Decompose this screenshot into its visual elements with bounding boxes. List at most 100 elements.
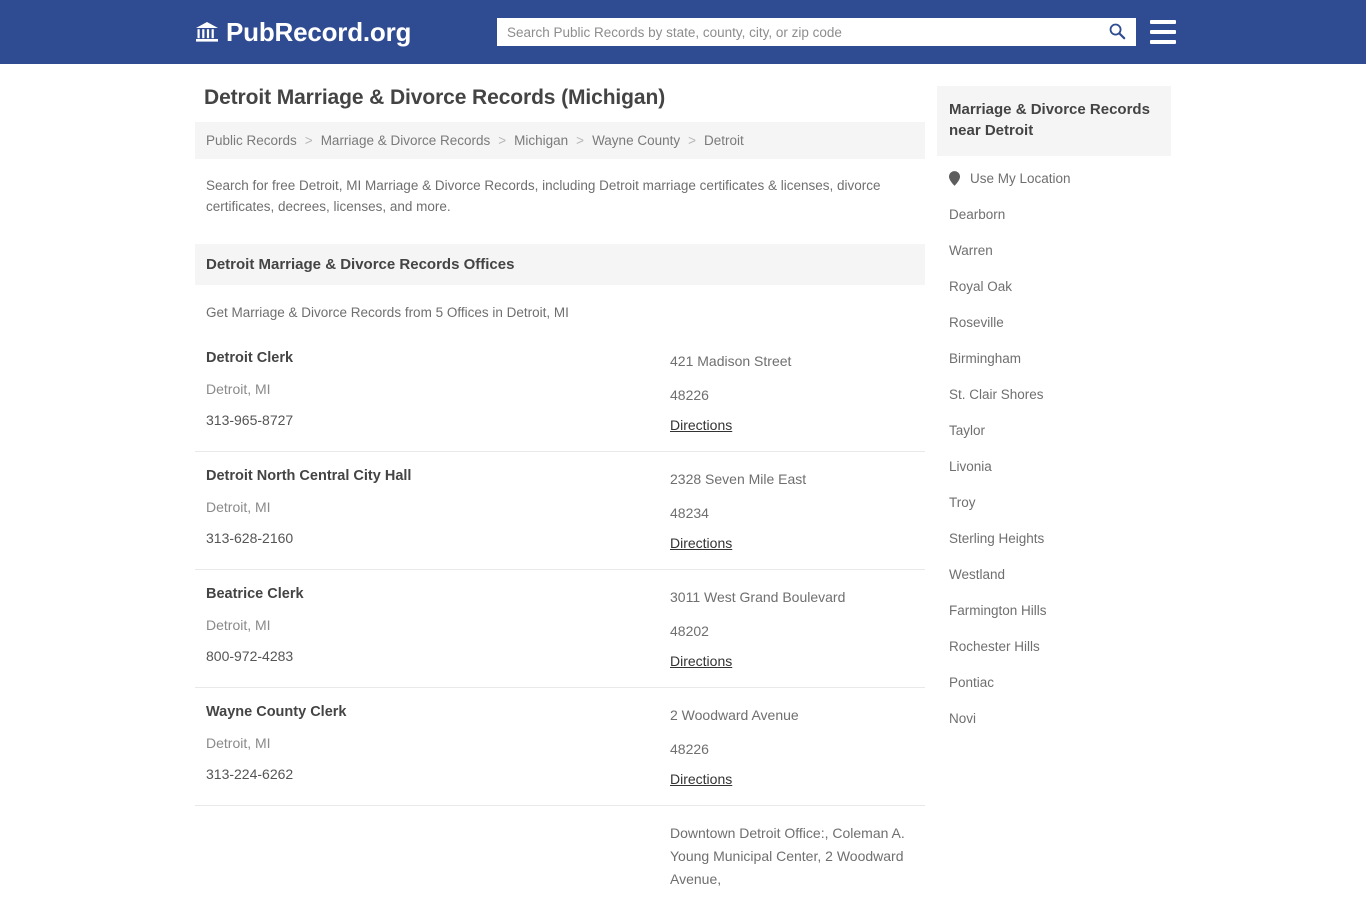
office-street: 421 Madison Street <box>670 353 792 369</box>
nearby-city-item[interactable]: Sterling Heights <box>937 520 1171 556</box>
office-row: Downtown Detroit Office:, Coleman A. You… <box>195 805 925 921</box>
breadcrumb-item[interactable]: Wayne County <box>592 133 680 148</box>
search-button[interactable] <box>1104 19 1136 45</box>
nearby-city-item[interactable]: Pontiac <box>937 664 1171 700</box>
nearby-city-item[interactable]: St. Clair Shores <box>937 376 1171 412</box>
hamburger-bar <box>1150 30 1176 34</box>
nearby-city-item[interactable]: Farmington Hills <box>937 592 1171 628</box>
use-my-location-button[interactable]: Use My Location <box>937 156 1171 196</box>
nearby-city-label: Westland <box>949 566 1006 582</box>
bank-building-icon <box>195 20 219 44</box>
search-icon <box>1108 22 1126 43</box>
office-name[interactable]: Wayne County Clerk <box>206 704 665 721</box>
office-info: Detroit North Central City Hall Detroit, … <box>195 468 665 553</box>
nearby-city-item[interactable]: Troy <box>937 484 1171 520</box>
nearby-city-item[interactable]: Novi <box>937 700 1171 736</box>
hamburger-bar <box>1150 20 1176 24</box>
breadcrumb: Public Records > Marriage & Divorce Record… <box>195 122 925 159</box>
nearby-city-item[interactable]: Livonia <box>937 448 1171 484</box>
nearby-city-label: Dearborn <box>949 206 1006 222</box>
office-zip: 48226 <box>670 741 709 757</box>
nearby-city-label: St. Clair Shores <box>949 386 1044 402</box>
office-address: 2 Woodward Avenue 48226 Directions <box>665 704 925 789</box>
office-street: Downtown Detroit Office:, Coleman A. You… <box>670 825 905 887</box>
breadcrumb-separator: > <box>576 133 585 148</box>
directions-link[interactable]: Directions <box>670 771 732 787</box>
office-address: 2328 Seven Mile East 48234 Directions <box>665 468 925 553</box>
sidebar-title: Marriage & Divorce Records near Detroit <box>937 86 1171 156</box>
offices-list: Detroit Clerk Detroit, MI 313-965-8727 421 … <box>195 334 925 921</box>
office-phone[interactable]: 800-972-4283 <box>206 648 665 665</box>
sidebar: Marriage & Divorce Records near Detroit … <box>937 86 1171 736</box>
office-name[interactable]: Detroit Clerk <box>206 350 665 367</box>
breadcrumb-item[interactable]: Marriage & Divorce Records <box>321 133 491 148</box>
breadcrumb-separator: > <box>498 133 507 148</box>
office-address: 421 Madison Street 48226 Directions <box>665 350 925 435</box>
breadcrumb-item[interactable]: Michigan <box>514 133 568 148</box>
nearby-city-item[interactable]: Birmingham <box>937 340 1171 376</box>
office-name[interactable]: Beatrice Clerk <box>206 586 665 603</box>
directions-link[interactable]: Directions <box>670 417 732 433</box>
nearby-city-label: Rochester Hills <box>949 638 1040 654</box>
office-row: Beatrice Clerk Detroit, MI 800-972-4283 301… <box>195 569 925 687</box>
office-info: Beatrice Clerk Detroit, MI 800-972-4283 <box>195 586 665 671</box>
nearby-city-item[interactable]: Roseville <box>937 304 1171 340</box>
office-city: Detroit, MI <box>206 381 271 397</box>
nearby-city-item[interactable]: Rochester Hills <box>937 628 1171 664</box>
page-description: Search for free Detroit, MI Marriage & D… <box>206 178 881 214</box>
office-street: 2328 Seven Mile East <box>670 471 807 487</box>
nearby-city-label: Novi <box>949 710 977 726</box>
breadcrumb-separator: > <box>688 133 696 148</box>
office-phone[interactable]: 313-628-2160 <box>206 530 665 547</box>
nearby-city-item[interactable]: Dearborn <box>937 196 1171 232</box>
nearby-city-label: Livonia <box>949 458 992 474</box>
office-phone[interactable]: 313-224-6262 <box>206 766 665 783</box>
breadcrumb-item[interactable]: Public Records <box>206 133 297 148</box>
offices-section-title: Detroit Marriage & Divorce Records Offic… <box>195 244 925 285</box>
nearby-city-label: Sterling Heights <box>949 530 1045 546</box>
map-pin-icon <box>949 170 960 186</box>
page-title: Detroit Marriage & Divorce Records (Mich… <box>204 86 666 109</box>
office-address: 3011 West Grand Boulevard 48202 Directions <box>665 586 925 671</box>
office-name[interactable]: Detroit North Central City Hall <box>206 468 665 485</box>
directions-link[interactable]: Directions <box>670 535 732 551</box>
nearby-city-item[interactable]: Westland <box>937 556 1171 592</box>
office-row: Detroit North Central City Hall Detroit, … <box>195 451 925 569</box>
office-zip: 48202 <box>670 623 709 639</box>
nearby-city-label: Farmington Hills <box>949 602 1047 618</box>
nearby-city-label: Troy <box>949 494 976 510</box>
office-city: Detroit, MI <box>206 735 271 751</box>
hamburger-menu-icon[interactable] <box>1150 20 1176 44</box>
search-bar[interactable] <box>497 18 1136 46</box>
site-logo[interactable]: PubRecord.org <box>195 19 411 45</box>
offices-section-subtitle: Get Marriage & Divorce Records from 5 Of… <box>206 305 569 320</box>
page-body: Detroit Marriage & Divorce Records (Mich… <box>0 64 1366 921</box>
office-info <box>195 822 665 905</box>
office-phone[interactable]: 313-965-8727 <box>206 412 665 429</box>
office-zip: 48234 <box>670 505 709 521</box>
office-city: Detroit, MI <box>206 617 271 633</box>
site-header: PubRecord.org <box>0 0 1366 64</box>
nearby-city-item[interactable]: Taylor <box>937 412 1171 448</box>
main-content: Detroit Marriage & Divorce Records (Mich… <box>195 86 925 921</box>
content-container: Detroit Marriage & Divorce Records (Mich… <box>195 86 1171 921</box>
office-street: 3011 West Grand Boulevard <box>670 589 846 605</box>
nearby-cities-list: Use My Location Dearborn Warren Royal Oak Ro… <box>937 156 1171 736</box>
office-street: 2 Woodward Avenue <box>670 707 799 723</box>
nearby-city-label: Birmingham <box>949 350 1022 366</box>
hamburger-bar <box>1150 40 1176 44</box>
nearby-city-label: Pontiac <box>949 674 995 690</box>
office-zip: 48226 <box>670 387 709 403</box>
nearby-city-label: Warren <box>949 242 993 258</box>
nearby-city-item[interactable]: Warren <box>937 232 1171 268</box>
office-address: Downtown Detroit Office:, Coleman A. You… <box>665 822 925 905</box>
breadcrumb-separator: > <box>304 133 313 148</box>
office-info: Wayne County Clerk Detroit, MI 313-224-626… <box>195 704 665 789</box>
nearby-city-item[interactable]: Royal Oak <box>937 268 1171 304</box>
nearby-city-label: Taylor <box>949 422 986 438</box>
directions-link[interactable]: Directions <box>670 653 732 669</box>
breadcrumb-item[interactable]: Detroit <box>704 133 744 148</box>
site-logo-text: PubRecord.org <box>226 17 412 47</box>
office-city: Detroit, MI <box>206 499 271 515</box>
search-input[interactable] <box>497 19 1104 45</box>
